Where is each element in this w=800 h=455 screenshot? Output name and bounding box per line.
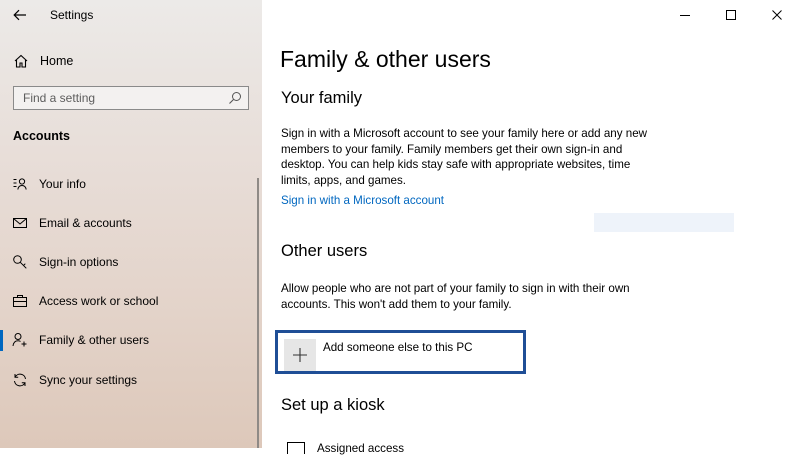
- sidebar-item-sync-settings[interactable]: Sync your settings: [0, 360, 262, 399]
- sidebar-item-label: Email & accounts: [39, 215, 132, 230]
- kiosk-heading: Set up a kiosk: [281, 396, 385, 414]
- sidebar-item-family-other-users[interactable]: Family & other users: [0, 321, 262, 360]
- search-input[interactable]: [14, 88, 228, 108]
- sidebar-item-your-info[interactable]: Your info: [0, 164, 262, 203]
- app-title: Settings: [50, 8, 94, 22]
- sidebar-item-label: Sync your settings: [39, 372, 138, 387]
- faded-overlay: [594, 213, 734, 232]
- sidebar: Settings Home Accounts Your info: [0, 0, 262, 448]
- back-arrow-icon: [13, 9, 26, 21]
- your-family-description: Sign in with a Microsoft account to see …: [281, 127, 648, 187]
- close-icon: [772, 10, 782, 20]
- page-title: Family & other users: [280, 46, 491, 72]
- back-button[interactable]: [0, 0, 40, 30]
- sidebar-item-label: Your info: [39, 176, 86, 191]
- sidebar-item-sign-in-options[interactable]: Sign-in options: [0, 242, 262, 281]
- sidebar-item-label: Sign-in options: [39, 254, 119, 269]
- main-content: Family & other users Your family Sign in…: [262, 0, 800, 455]
- other-users-heading: Other users: [281, 242, 368, 260]
- minimize-button[interactable]: [662, 0, 708, 30]
- sidebar-item-label: Home: [40, 54, 74, 68]
- add-icon-tile: [284, 339, 316, 371]
- key-icon: [13, 255, 27, 269]
- nav-list: Your info Email & accounts Sign-in optio…: [0, 164, 262, 399]
- envelope-icon: [13, 217, 27, 228]
- sync-icon: [14, 373, 26, 386]
- sidebar-scrollbar[interactable]: [257, 178, 259, 448]
- close-button[interactable]: [754, 0, 800, 30]
- sign-in-microsoft-link[interactable]: Sign in with a Microsoft account: [281, 194, 444, 207]
- maximize-button[interactable]: [708, 0, 754, 30]
- person-card-icon: [13, 177, 27, 190]
- plus-icon: [293, 348, 307, 362]
- your-family-heading: Your family: [281, 89, 363, 107]
- sidebar-item-access-work[interactable]: Access work or school: [0, 282, 262, 321]
- add-someone-button[interactable]: Add someone else to this PC: [275, 330, 526, 374]
- section-heading: Accounts: [13, 129, 70, 143]
- search-box[interactable]: [13, 86, 249, 110]
- home-icon: [14, 54, 28, 68]
- other-users-description: Allow people who are not part of your fa…: [281, 282, 630, 311]
- briefcase-icon: [13, 295, 27, 308]
- sidebar-item-label: Family & other users: [39, 333, 150, 348]
- assigned-access-label: Assigned access: [317, 442, 404, 455]
- sidebar-item-email-accounts[interactable]: Email & accounts: [0, 203, 262, 242]
- search-icon[interactable]: [228, 91, 242, 105]
- minimize-icon: [680, 15, 690, 16]
- add-someone-label: Add someone else to this PC: [323, 341, 473, 354]
- maximize-icon: [726, 10, 736, 20]
- titlebar-left: Settings: [0, 0, 262, 30]
- sidebar-item-home[interactable]: Home: [0, 46, 262, 76]
- window-controls: [662, 0, 800, 30]
- person-add-icon: [12, 333, 27, 347]
- sidebar-item-label: Access work or school: [39, 294, 159, 309]
